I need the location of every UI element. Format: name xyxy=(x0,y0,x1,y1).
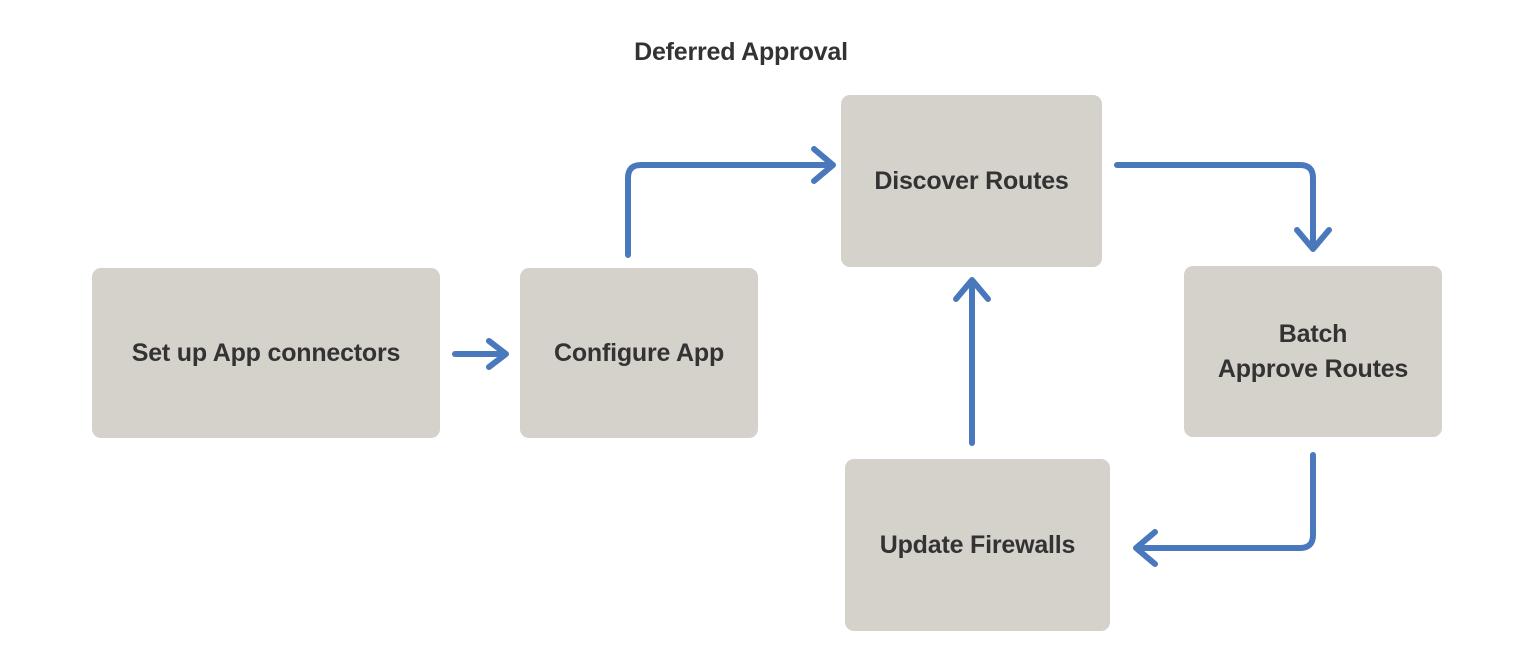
edge-discover-to-batch xyxy=(1114,162,1332,252)
edge-batch-to-firewalls xyxy=(1133,452,1316,567)
node-label: Discover Routes xyxy=(874,166,1069,195)
node-set-up-app-connectors[interactable]: Set up App connectors xyxy=(92,268,440,438)
edge-firewalls-to-discover xyxy=(953,277,991,446)
node-discover-routes[interactable]: Discover Routes xyxy=(841,95,1102,267)
node-label: Configure App xyxy=(553,338,725,367)
node-label: Update Firewalls xyxy=(879,530,1076,559)
diagram-canvas: Deferred Approval Set up App connectors … xyxy=(0,0,1536,662)
edge-configure-to-discover xyxy=(625,146,836,258)
node-batch-approve-routes[interactable]: Batch Approve Routes xyxy=(1184,266,1442,437)
node-configure-app[interactable]: Configure App xyxy=(520,268,758,438)
node-label: Set up App connectors xyxy=(131,338,401,367)
page-title: Deferred Approval xyxy=(634,38,848,66)
edge-setup-to-configure xyxy=(452,338,509,370)
node-label: Batch Approve Routes xyxy=(1217,320,1409,383)
node-update-firewalls[interactable]: Update Firewalls xyxy=(845,459,1110,631)
